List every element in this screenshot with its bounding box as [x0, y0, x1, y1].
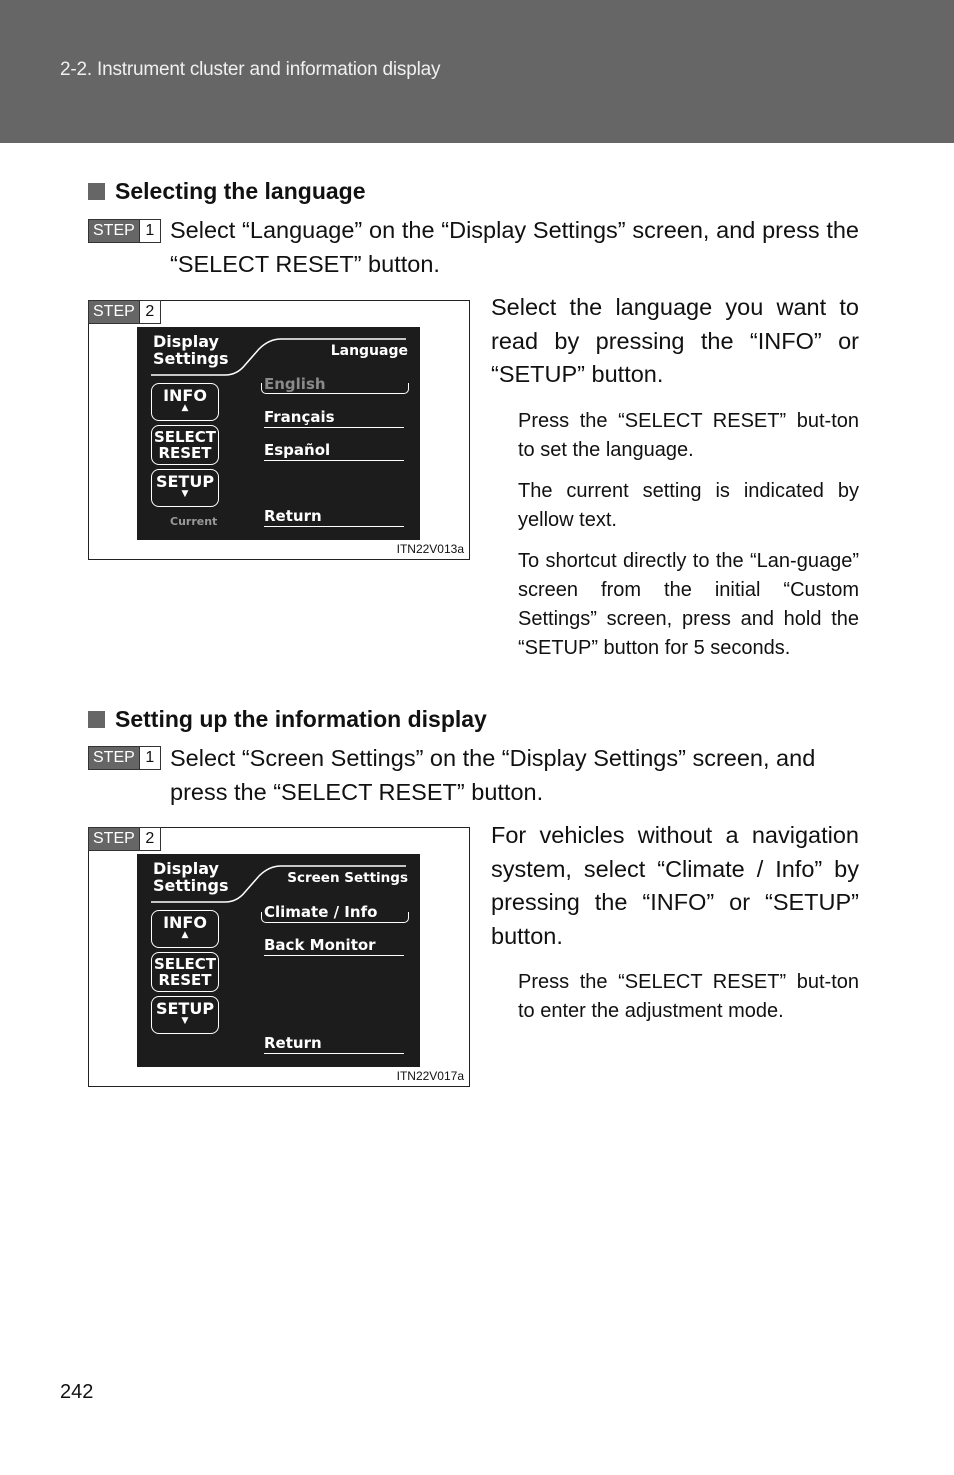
step-badge: STEP 1 [88, 219, 161, 243]
figure-language-screen: STEP 2 Display Settings Language INFO ▲ … [88, 300, 470, 560]
option-english[interactable]: English [264, 375, 404, 394]
figure-screen-settings: STEP 2 Display Settings Screen Settings … [88, 827, 470, 1087]
section-heading-language: Selecting the language [88, 178, 366, 205]
chapter-title: 2-2. Instrument cluster and information … [60, 59, 441, 80]
option-return[interactable]: Return [264, 1034, 404, 1054]
page-number: 242 [60, 1381, 94, 1403]
select-reset-button[interactable]: SELECT RESET [151, 425, 219, 465]
screen-header: Screen Settings [287, 870, 408, 886]
screen-header: Language [330, 343, 408, 359]
step-label: STEP [89, 301, 139, 323]
square-bullet-icon [88, 183, 105, 200]
note-1: Press the “SELECT RESET” but-ton to ente… [518, 971, 859, 1022]
down-arrow-icon: ▼ [181, 489, 189, 499]
section-heading-info-display: Setting up the information display [88, 706, 487, 733]
step-label: STEP [89, 747, 139, 769]
note-2: The current setting is indicated by yell… [518, 480, 859, 531]
step2-instruction: For vehicles without a navigation system… [491, 822, 859, 949]
info-button[interactable]: INFO ▲ [151, 910, 219, 948]
info-button[interactable]: INFO ▲ [151, 383, 219, 421]
option-climate-info[interactable]: Climate / Info [264, 903, 404, 922]
current-label: Current [170, 515, 218, 528]
display-screen: Display Settings Language INFO ▲ SELECT … [137, 327, 420, 540]
select-reset-button[interactable]: SELECT RESET [151, 952, 219, 992]
square-bullet-icon [88, 711, 105, 728]
page-header: 2-2. Instrument cluster and information … [0, 0, 954, 143]
up-arrow-icon: ▲ [181, 403, 189, 413]
display-screen: Display Settings Screen Settings INFO ▲ … [137, 854, 420, 1067]
setup-button[interactable]: SETUP ▼ [151, 996, 219, 1034]
setup-button[interactable]: SETUP ▼ [151, 469, 219, 507]
screen-title: Display Settings [153, 859, 229, 895]
step1-instruction: Select “Language” on the “Display Settin… [170, 217, 859, 277]
step-badge: STEP 2 [88, 300, 161, 324]
option-espanol[interactable]: Español [264, 441, 404, 461]
option-return[interactable]: Return [264, 507, 404, 527]
note-3: To shortcut directly to the “Lan-guage” … [518, 550, 859, 659]
figure-code: ITN22V013a [396, 542, 464, 556]
section-heading-text: Setting up the information display [115, 706, 487, 732]
step-label: STEP [89, 220, 139, 242]
step-badge: STEP 1 [88, 746, 161, 770]
option-back-monitor[interactable]: Back Monitor [264, 936, 404, 956]
step-number: 1 [138, 220, 160, 242]
section-heading-text: Selecting the language [115, 178, 366, 204]
step-badge: STEP 2 [88, 827, 161, 851]
figure-code: ITN22V017a [396, 1069, 464, 1083]
step-number: 2 [138, 301, 160, 323]
step-number: 1 [138, 747, 160, 769]
down-arrow-icon: ▼ [181, 1016, 189, 1026]
step1-instruction: Select “Screen Settings” on the “Display… [170, 745, 816, 805]
step-label: STEP [89, 828, 139, 850]
note-1: Press the “SELECT RESET” but-ton to set … [518, 410, 859, 461]
option-francais[interactable]: Français [264, 408, 404, 428]
step2-instruction: Select the language you want to read by … [491, 294, 859, 387]
up-arrow-icon: ▲ [181, 930, 189, 940]
screen-title: Display Settings [153, 332, 229, 368]
step-number: 2 [138, 828, 160, 850]
